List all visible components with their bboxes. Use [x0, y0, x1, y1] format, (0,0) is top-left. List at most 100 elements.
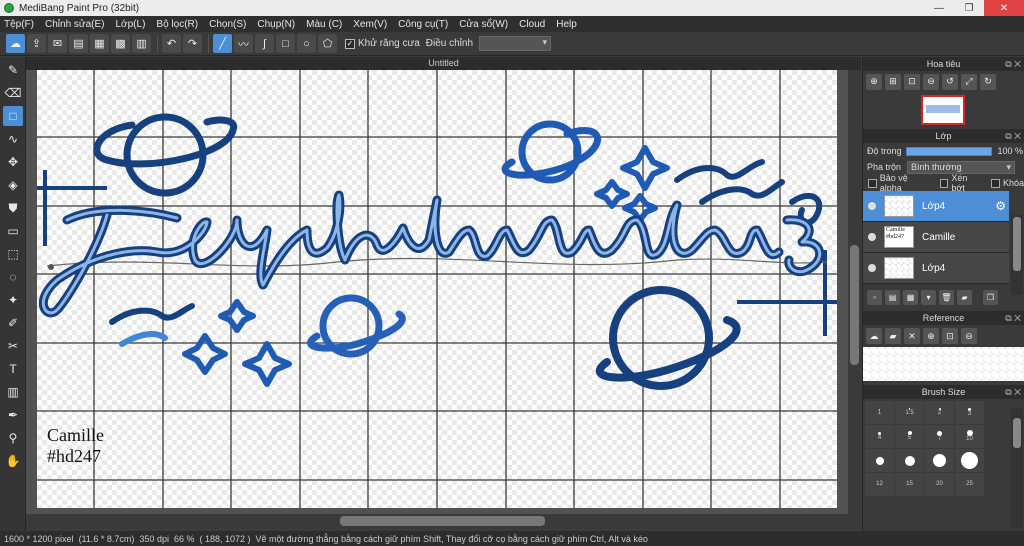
eyedropper-icon[interactable]: ✒	[3, 405, 23, 425]
actual-size-icon[interactable]: ⊡	[904, 73, 920, 90]
select-pen-icon[interactable]: ✐	[3, 313, 23, 333]
brush-size-cell[interactable]: 1	[865, 401, 894, 424]
brush-size-cell[interactable]: 25	[955, 473, 984, 496]
rotate-right-icon[interactable]: ↻	[980, 73, 996, 90]
layers-scroll-thumb[interactable]	[1013, 217, 1021, 271]
canvas-vertical-scrollbar[interactable]	[848, 70, 861, 514]
curve-icon[interactable]: ∫	[255, 34, 274, 53]
restore-icon[interactable]: ❐	[954, 0, 984, 16]
visibility-icon[interactable]	[868, 202, 876, 210]
cloud-icon[interactable]: ☁	[6, 34, 25, 53]
brush-size-cell[interactable]: 10	[955, 425, 984, 448]
menu-tools[interactable]: Công cụ(T)	[398, 19, 448, 30]
duplicate-layer-icon[interactable]: ❐	[983, 289, 998, 305]
brush-size-cell[interactable]	[955, 449, 984, 472]
new-8bit-layer-icon[interactable]: ▦	[903, 289, 918, 305]
brush-size-cell[interactable]: 12	[865, 473, 894, 496]
magic-wand-icon[interactable]: ✦	[3, 290, 23, 310]
canvas-horizontal-scrollbar[interactable]	[26, 514, 861, 529]
panel-controls[interactable]: ⧉ ✕	[1005, 57, 1021, 71]
blend-select[interactable]: Bình thường	[907, 160, 1016, 174]
zoom-out-icon[interactable]: ⊖	[961, 328, 977, 344]
minimize-icon[interactable]: —	[924, 0, 954, 16]
brush-size-cell[interactable]: 20	[925, 473, 954, 496]
grid-icon[interactable]: ▩	[111, 34, 130, 53]
visibility-icon[interactable]	[868, 264, 876, 272]
brush-size-cell[interactable]	[925, 449, 954, 472]
zoom-out-icon[interactable]: ⊖	[923, 73, 939, 90]
vertical-scroll-thumb[interactable]	[850, 245, 859, 365]
close-reference-icon[interactable]: ✕	[904, 328, 920, 344]
menu-window[interactable]: Cửa sổ(W)	[459, 19, 508, 30]
brush-size-scrollbar[interactable]	[1011, 408, 1023, 528]
navigator-viewport[interactable]	[921, 95, 965, 125]
menu-help[interactable]: Help	[556, 19, 577, 30]
layer-item[interactable]: Lớp4	[863, 253, 1009, 284]
opacity-slider[interactable]	[905, 146, 992, 156]
zoom-fit-icon[interactable]: ⊞	[885, 73, 901, 90]
delete-layer-icon[interactable]: 🗑	[939, 289, 954, 305]
comment-icon[interactable]: ✉	[48, 34, 67, 53]
panel-controls[interactable]: ⧉ ✕	[1005, 385, 1021, 399]
redo-icon[interactable]: ↷	[183, 34, 202, 53]
menu-cloud[interactable]: Cloud	[519, 19, 545, 30]
eraser-tool-icon[interactable]: ⌫	[3, 83, 23, 103]
antialias-checkbox[interactable]: ✓	[345, 38, 355, 49]
rotate-left-icon[interactable]: ↺	[942, 73, 958, 90]
zoom-in-icon[interactable]: ⊕	[923, 328, 939, 344]
select-tool-icon[interactable]: ⬚	[3, 244, 23, 264]
menu-color[interactable]: Màu (C)	[306, 19, 342, 30]
brush-size-cell[interactable]	[895, 449, 924, 472]
open-folder-icon[interactable]: ▰	[885, 328, 901, 344]
menu-view[interactable]: Xem(V)	[353, 19, 387, 30]
brush-scroll-thumb[interactable]	[1013, 418, 1021, 448]
menu-select[interactable]: Chọn(S)	[209, 19, 246, 30]
ellipse-icon[interactable]: ○	[297, 34, 316, 53]
brush-size-cell[interactable]: 15	[895, 473, 924, 496]
fit-window-icon[interactable]: ⤢	[961, 73, 977, 90]
lock-checkbox[interactable]	[991, 178, 1000, 188]
line-tool-icon[interactable]: ╱	[213, 34, 232, 53]
adjust-select[interactable]	[479, 36, 552, 51]
brush-size-cell[interactable]: 4	[865, 425, 894, 448]
layer-item[interactable]: Camille #hd247 Camille	[863, 222, 1009, 253]
brush-size-cell[interactable]: 2	[925, 401, 954, 424]
select-eraser-icon[interactable]: ✂	[3, 336, 23, 356]
menu-layer[interactable]: Lớp(L)	[116, 19, 146, 30]
divide-tool-icon[interactable]: ▥	[3, 382, 23, 402]
cloud-upload-icon[interactable]: ☁	[866, 328, 882, 344]
panel-controls[interactable]: ⧉ ✕	[1005, 129, 1021, 143]
hand-tool-icon[interactable]: ✋	[3, 451, 23, 471]
canvas-area[interactable]: Camille #hd247	[26, 70, 848, 514]
brush-size-cell[interactable]	[865, 449, 894, 472]
move-tool-icon[interactable]: ✥	[3, 152, 23, 172]
dropper-icon[interactable]: ⚲	[3, 428, 23, 448]
visibility-icon[interactable]	[868, 233, 876, 241]
document-tab[interactable]: Untitled	[26, 57, 861, 70]
navigator-preview[interactable]	[863, 92, 1024, 129]
brush-size-cell[interactable]: 5	[895, 425, 924, 448]
brush-size-cell[interactable]: 3	[955, 401, 984, 424]
canvas[interactable]: Camille #hd247	[37, 70, 837, 508]
dot-tool-icon[interactable]: ∿	[3, 129, 23, 149]
shape-tool-icon[interactable]: □	[3, 106, 23, 126]
close-icon[interactable]: ✕	[984, 0, 1024, 16]
brush-size-cell[interactable]: 1.5	[895, 401, 924, 424]
layer-item[interactable]: Lớp4 ⚙	[863, 191, 1009, 222]
folder-icon[interactable]: ▰	[957, 289, 972, 305]
grid-toggle-icon[interactable]: ▥	[132, 34, 151, 53]
page-icon[interactable]: ▤	[69, 34, 88, 53]
brush-size-cell[interactable]: 7	[925, 425, 954, 448]
panel-controls[interactable]: ⧉ ✕	[1005, 311, 1021, 325]
menu-file[interactable]: Tệp(F)	[4, 19, 34, 30]
menu-filter[interactable]: Bộ lọc(R)	[156, 19, 198, 30]
protect-alpha-checkbox[interactable]	[868, 178, 877, 188]
brush-tool-icon[interactable]: ✎	[3, 60, 23, 80]
zoom-in-icon[interactable]: ⊕	[866, 73, 882, 90]
fit-icon[interactable]: ⊡	[942, 328, 958, 344]
gear-icon[interactable]: ⚙	[995, 199, 1006, 213]
gradient-tool-icon[interactable]: ▭	[3, 221, 23, 241]
fill-tool-icon[interactable]: ◈	[3, 175, 23, 195]
reference-preview[interactable]	[863, 347, 1024, 381]
polyline-icon[interactable]: 〰	[234, 34, 253, 53]
